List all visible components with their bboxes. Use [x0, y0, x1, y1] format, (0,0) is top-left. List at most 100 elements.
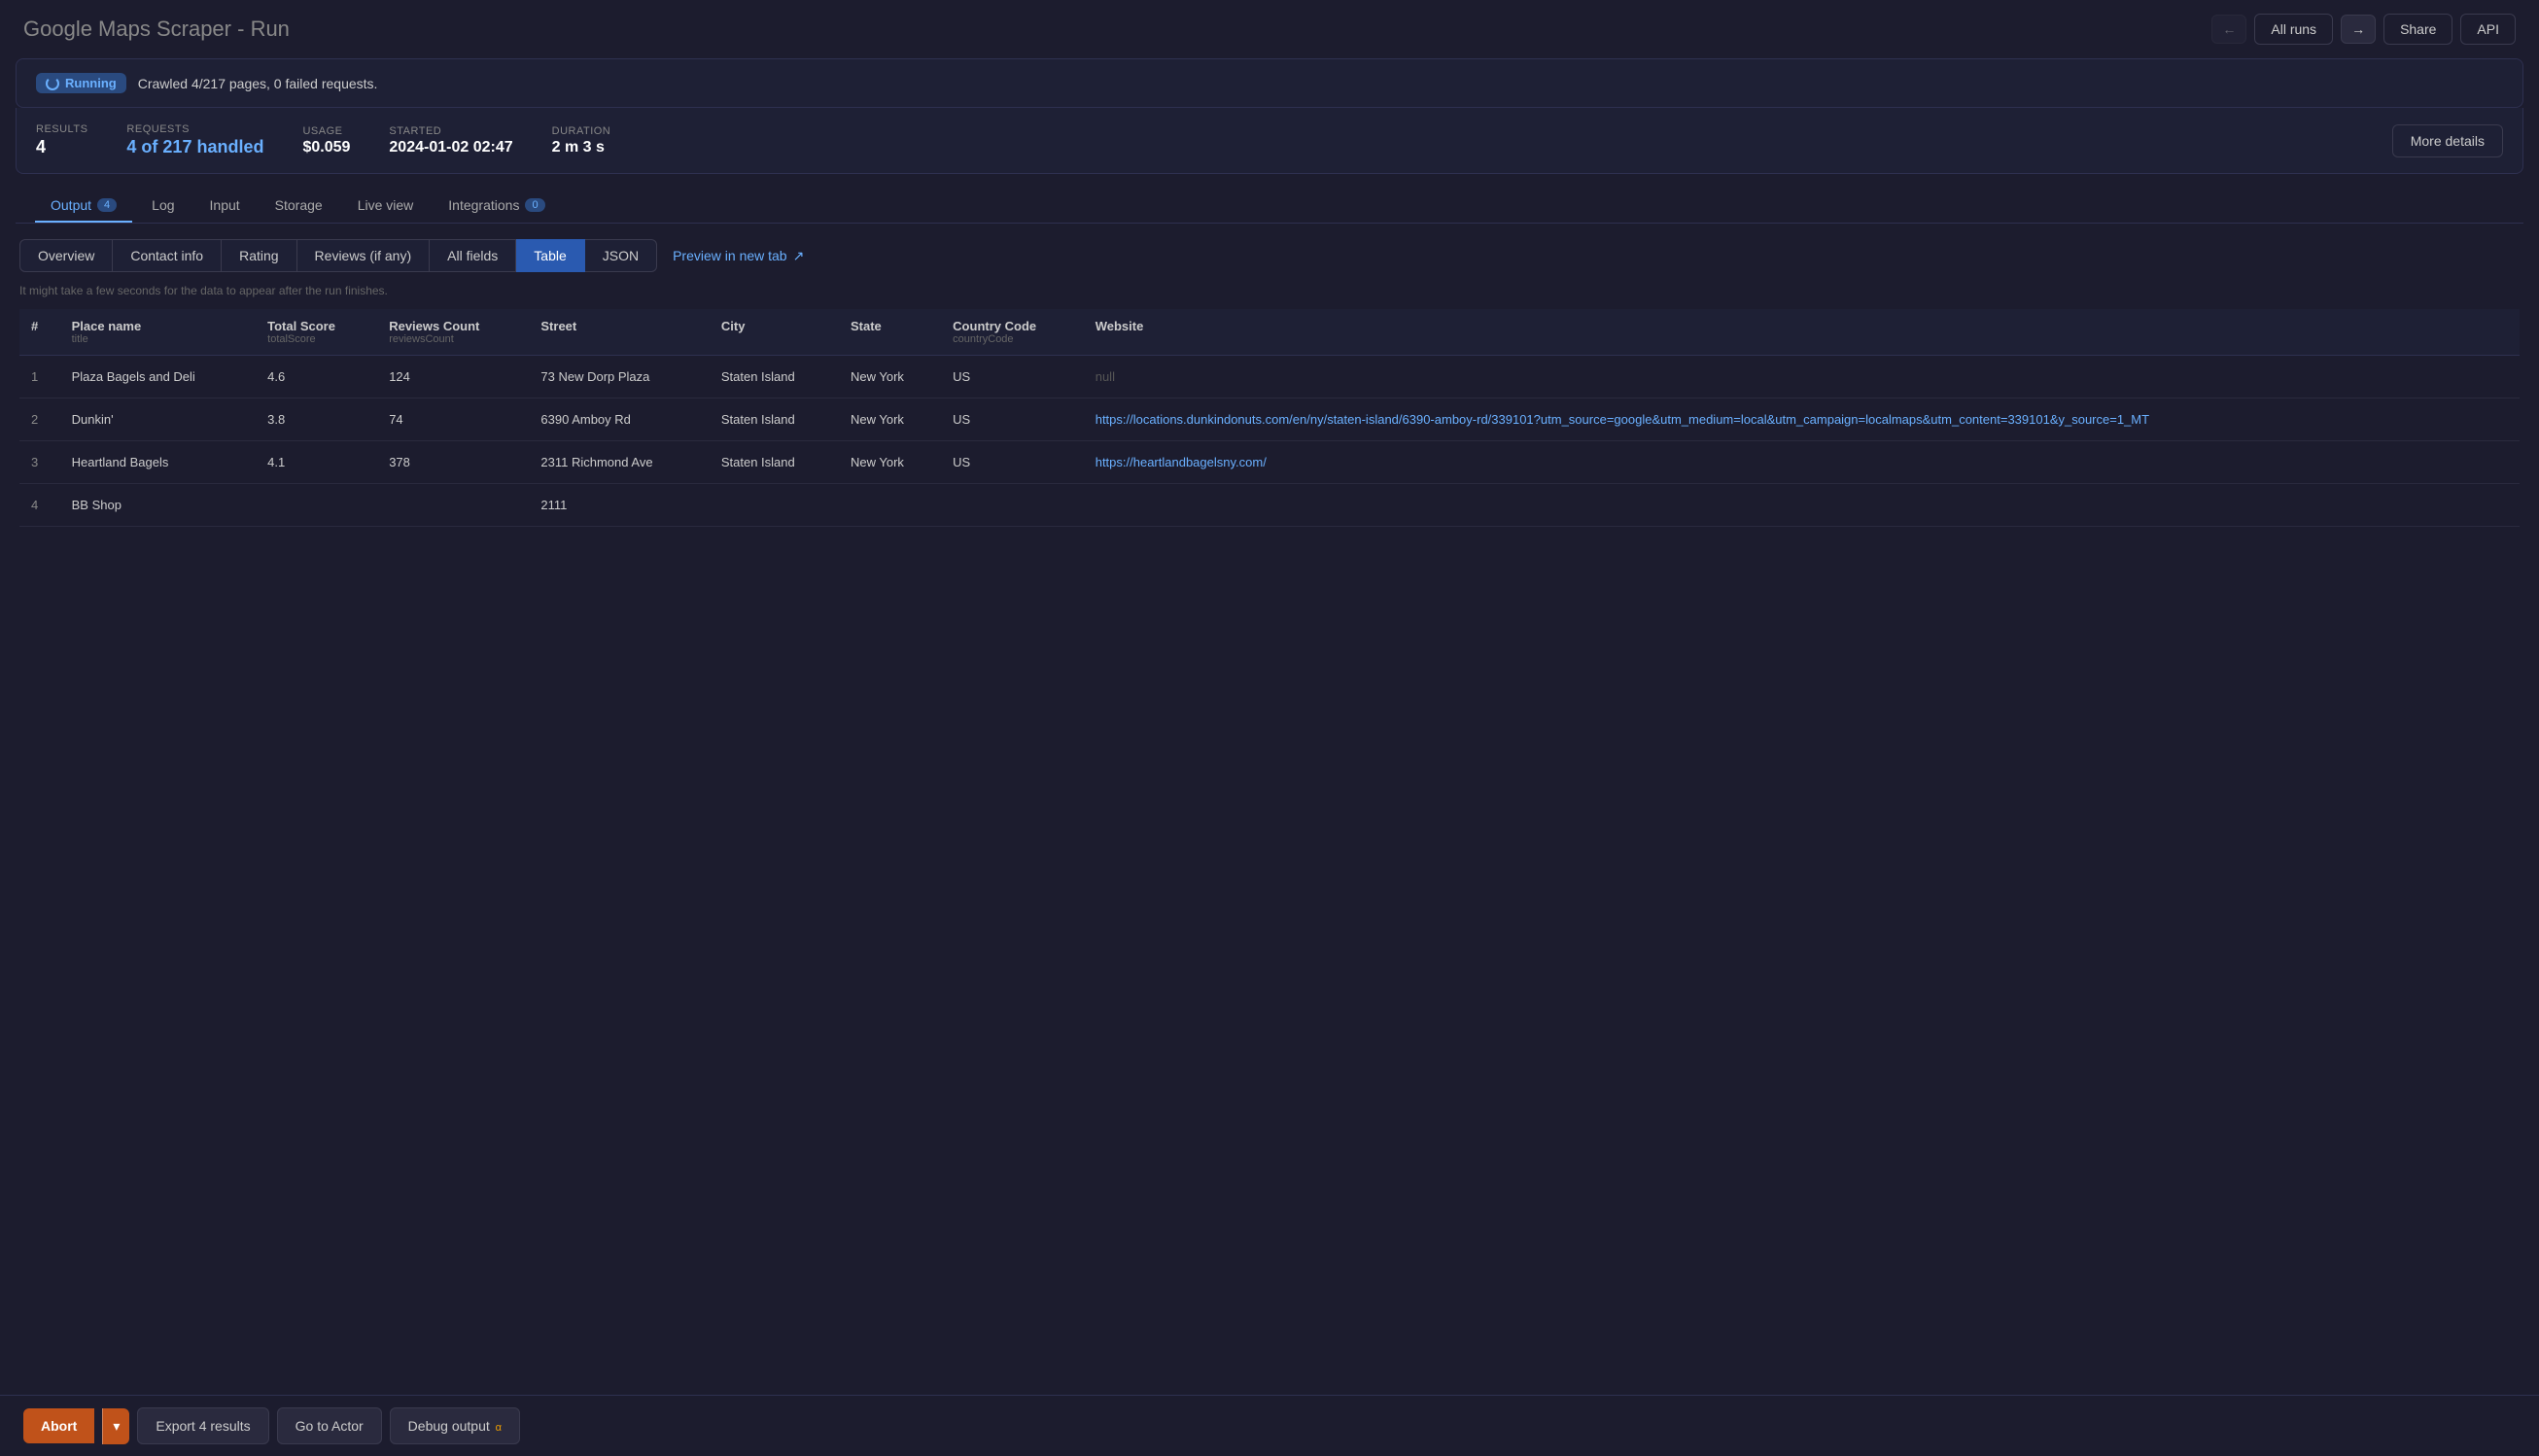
share-button[interactable]: Share	[2383, 14, 2452, 45]
stat-started: STARTED 2024-01-02 02:47	[389, 125, 512, 156]
cell-street: 2111	[529, 484, 709, 527]
view-tab-allfields-label: All fields	[447, 248, 498, 263]
running-banner: Running Crawled 4/217 pages, 0 failed re…	[16, 58, 2523, 108]
page-title: Google Maps Scraper - Run	[23, 17, 290, 42]
content-area: Overview Contact info Rating Reviews (if…	[0, 224, 2539, 1456]
tab-integrations[interactable]: Integrations 0	[433, 190, 560, 223]
cell-name: Plaza Bagels and Deli	[60, 356, 257, 399]
tab-output[interactable]: Output 4	[35, 190, 132, 223]
cell-reviews: 74	[377, 399, 529, 441]
preview-link[interactable]: Preview in new tab ↗	[673, 248, 804, 264]
table-row: 3 Heartland Bagels 4.1 378 2311 Richmond…	[19, 441, 2520, 484]
cell-name: BB Shop	[60, 484, 257, 527]
col-score: Total Score totalScore	[256, 309, 377, 356]
view-tab-table[interactable]: Table	[516, 239, 584, 272]
cell-city	[710, 484, 839, 527]
forward-button[interactable]: →	[2341, 15, 2376, 44]
cell-street: 6390 Amboy Rd	[529, 399, 709, 441]
cell-country: US	[941, 399, 1084, 441]
tab-input[interactable]: Input	[194, 190, 256, 223]
spin-icon	[46, 77, 59, 90]
cell-website	[1084, 484, 2520, 527]
cell-num: 2	[19, 399, 60, 441]
view-tab-contact[interactable]: Contact info	[113, 239, 222, 272]
started-value: 2024-01-02 02:47	[389, 139, 512, 156]
cell-website[interactable]: https://locations.dunkindonuts.com/en/ny…	[1084, 399, 2520, 441]
bottom-bar: Abort ▾ Export 4 results Go to Actor Deb…	[0, 1395, 2539, 1456]
cell-city: Staten Island	[710, 356, 839, 399]
view-tab-rating[interactable]: Rating	[222, 239, 296, 272]
col-street: Street	[529, 309, 709, 356]
table-header-row: # Place name title Total Score totalScor…	[19, 309, 2520, 356]
stat-requests: REQUESTS 4 of 217 handled	[126, 123, 263, 157]
view-tab-overview[interactable]: Overview	[19, 239, 113, 272]
cell-score	[256, 484, 377, 527]
data-table: # Place name title Total Score totalScor…	[19, 309, 2520, 527]
abort-dropdown-button[interactable]: ▾	[102, 1408, 129, 1444]
tab-integrations-label: Integrations	[448, 197, 519, 213]
cell-state: New York	[839, 356, 941, 399]
cell-score: 4.6	[256, 356, 377, 399]
col-num: #	[19, 309, 60, 356]
cell-website[interactable]: https://heartlandbagelsny.com/	[1084, 441, 2520, 484]
view-tab-reviews-label: Reviews (if any)	[315, 248, 412, 263]
tab-log[interactable]: Log	[136, 190, 190, 223]
tab-storage[interactable]: Storage	[260, 190, 338, 223]
run-subtitle: - Run	[237, 17, 290, 41]
requests-value: 4 of 217 handled	[126, 137, 263, 157]
cell-country	[941, 484, 1084, 527]
cell-state: New York	[839, 399, 941, 441]
tab-output-label: Output	[51, 197, 91, 213]
banner-message: Crawled 4/217 pages, 0 failed requests.	[138, 76, 378, 91]
cell-city: Staten Island	[710, 441, 839, 484]
all-runs-button[interactable]: All runs	[2254, 14, 2333, 45]
usage-label: USAGE	[302, 125, 350, 137]
table-container: # Place name title Total Score totalScor…	[19, 309, 2520, 527]
back-button[interactable]: ←	[2211, 15, 2246, 44]
cell-score: 4.1	[256, 441, 377, 484]
tab-liveview[interactable]: Live view	[342, 190, 430, 223]
col-state: State	[839, 309, 941, 356]
cell-state: New York	[839, 441, 941, 484]
stat-duration: DURATION 2 m 3 s	[552, 125, 611, 156]
usage-value: $0.059	[302, 139, 350, 156]
cell-reviews	[377, 484, 529, 527]
view-tab-contact-label: Contact info	[130, 248, 203, 263]
stat-results: RESULTS 4	[36, 123, 87, 157]
cell-city: Staten Island	[710, 399, 839, 441]
table-row: 2 Dunkin' 3.8 74 6390 Amboy Rd Staten Is…	[19, 399, 2520, 441]
col-country: Country Code countryCode	[941, 309, 1084, 356]
debug-button[interactable]: Debug output α	[390, 1407, 520, 1444]
more-details-button[interactable]: More details	[2392, 124, 2503, 157]
cell-name: Heartland Bagels	[60, 441, 257, 484]
cell-reviews: 378	[377, 441, 529, 484]
duration-label: DURATION	[552, 125, 611, 137]
go-to-actor-button[interactable]: Go to Actor	[277, 1407, 382, 1444]
view-tab-json[interactable]: JSON	[585, 239, 657, 272]
tab-log-label: Log	[152, 197, 174, 213]
requests-label: REQUESTS	[126, 123, 263, 135]
alpha-badge: α	[496, 1422, 502, 1434]
view-tabs: Overview Contact info Rating Reviews (if…	[19, 239, 2520, 272]
col-name: Place name title	[60, 309, 257, 356]
started-label: STARTED	[389, 125, 512, 137]
app-name: Google Maps Scraper	[23, 17, 231, 41]
tab-input-label: Input	[210, 197, 240, 213]
cell-street: 2311 Richmond Ave	[529, 441, 709, 484]
api-button[interactable]: API	[2460, 14, 2516, 45]
cell-website: null	[1084, 356, 2520, 399]
col-reviews: Reviews Count reviewsCount	[377, 309, 529, 356]
view-tab-table-label: Table	[534, 248, 566, 263]
cell-name: Dunkin'	[60, 399, 257, 441]
view-tab-reviews[interactable]: Reviews (if any)	[297, 239, 431, 272]
cell-num: 3	[19, 441, 60, 484]
cell-num: 4	[19, 484, 60, 527]
view-tab-allfields[interactable]: All fields	[430, 239, 516, 272]
results-value: 4	[36, 137, 87, 157]
export-button[interactable]: Export 4 results	[137, 1407, 268, 1444]
col-city: City	[710, 309, 839, 356]
cell-country: US	[941, 356, 1084, 399]
cell-reviews: 124	[377, 356, 529, 399]
view-tab-rating-label: Rating	[239, 248, 278, 263]
abort-button[interactable]: Abort	[23, 1408, 94, 1443]
